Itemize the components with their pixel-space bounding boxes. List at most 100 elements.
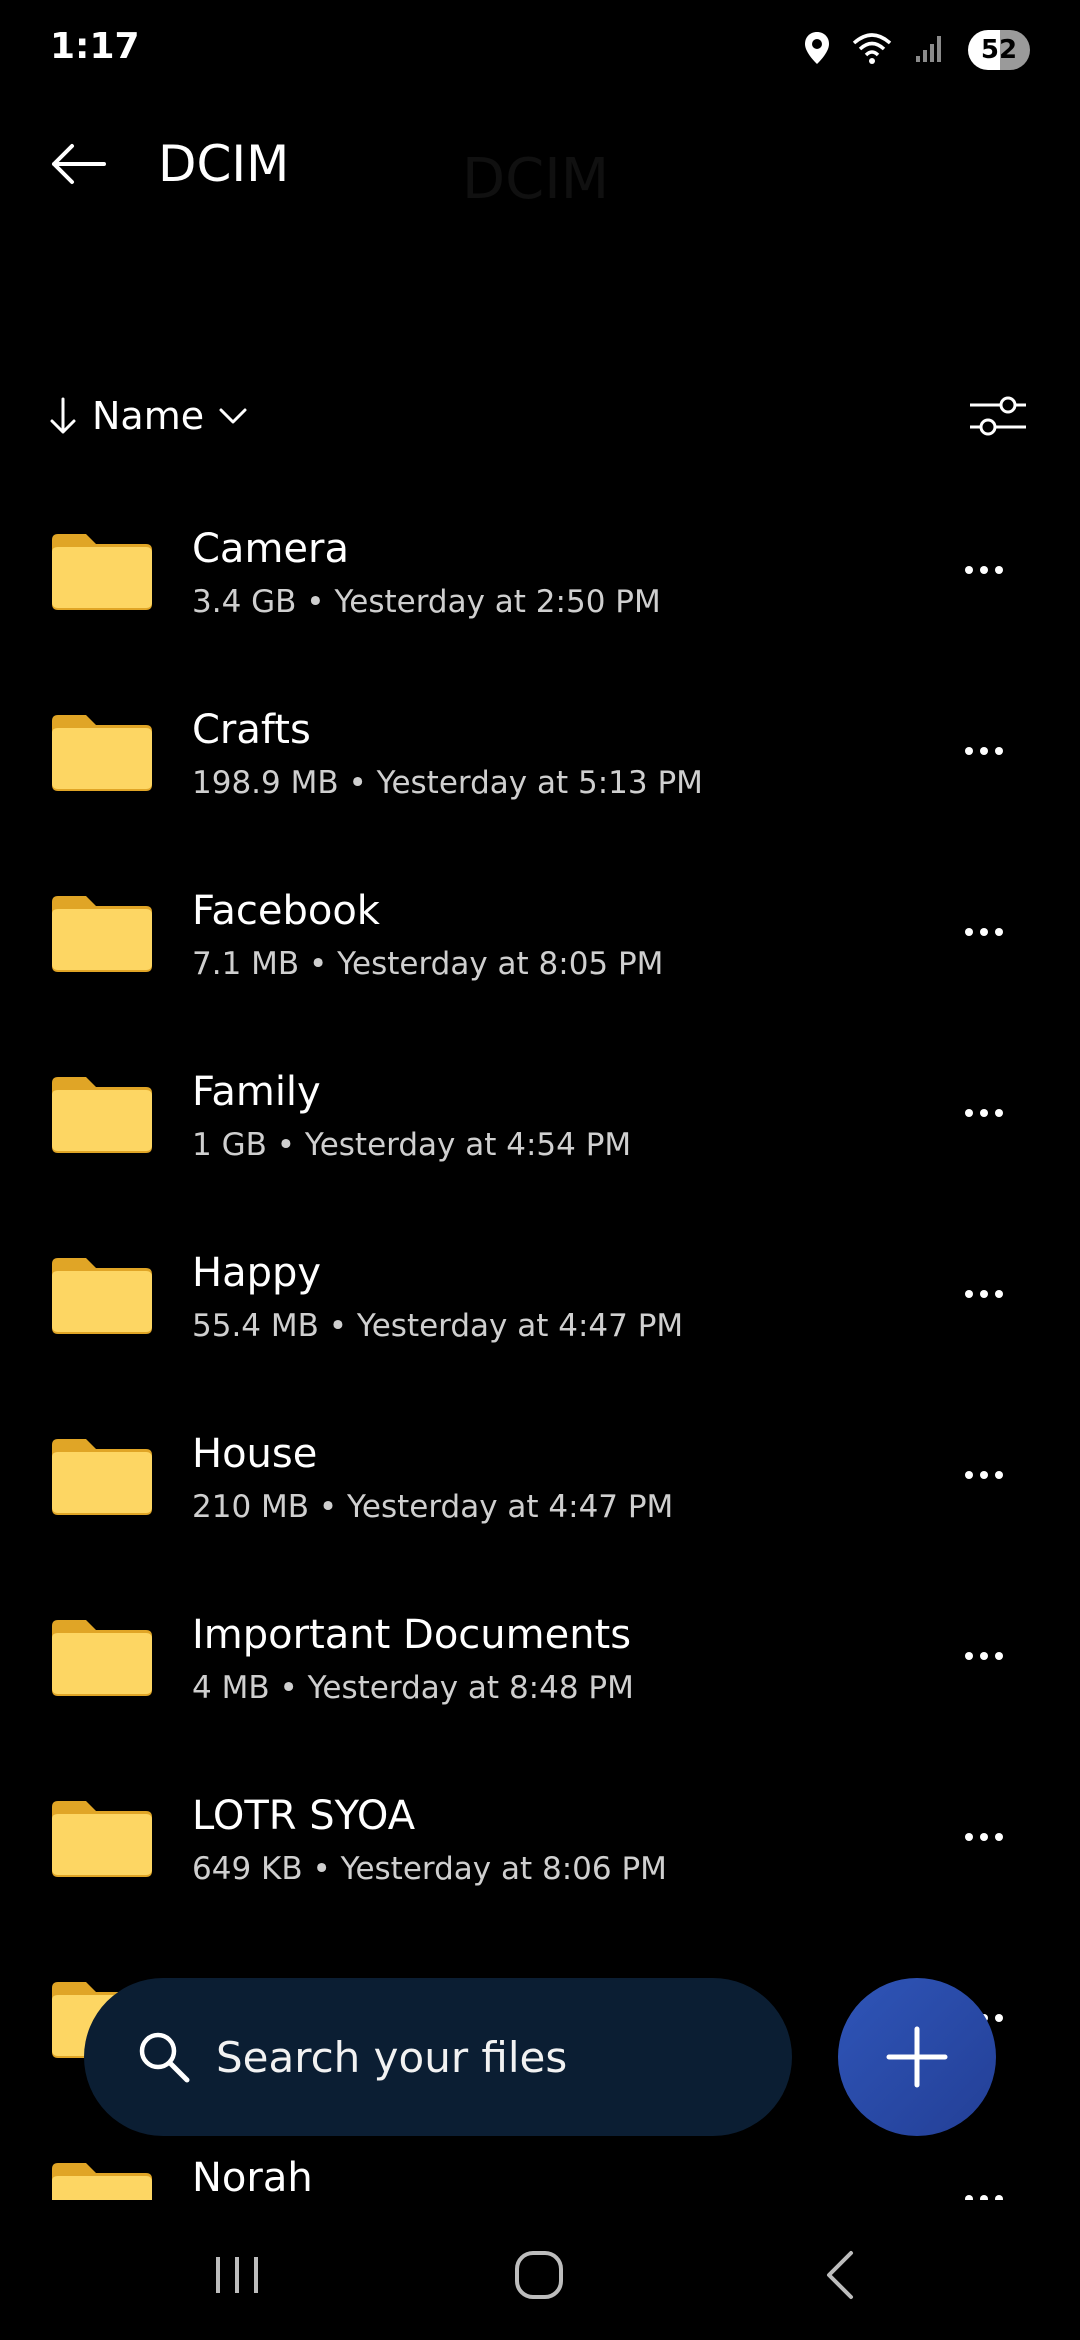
system-nav-bar [0, 2200, 1080, 2340]
folder-size: 4 MB [192, 1670, 270, 1706]
more-dot-icon [980, 1833, 988, 1841]
meta-separator: • [338, 765, 377, 801]
add-button[interactable] [838, 1978, 996, 2136]
folder-size: 210 MB [192, 1489, 310, 1525]
meta-separator: • [299, 946, 338, 982]
folder-icon [52, 896, 152, 972]
folder-icon [52, 1077, 152, 1153]
folder-row[interactable]: Happy 55.4 MB • Yesterday at 4:47 PM [0, 1204, 1080, 1385]
search-placeholder: Search your files [216, 2032, 568, 2082]
chevron-left-icon [827, 2251, 853, 2299]
more-dot-icon [980, 566, 988, 574]
more-dot-icon [965, 1109, 973, 1117]
more-dot-icon [965, 1290, 973, 1298]
folder-modified: Yesterday at 2:50 PM [334, 584, 661, 620]
status-icons: 52 [804, 28, 1030, 72]
more-dot-icon [980, 1471, 988, 1479]
meta-separator: • [266, 1127, 305, 1163]
sort-label: Name [92, 394, 205, 438]
folder-modified: Yesterday at 5:13 PM [376, 765, 703, 801]
more-dot-icon [965, 566, 973, 574]
folder-row[interactable]: Family 1 GB • Yesterday at 4:54 PM [0, 1023, 1080, 1204]
folder-row[interactable]: LOTR SYOA 649 KB • Yesterday at 8:06 PM [0, 1747, 1080, 1928]
folder-name: LOTR SYOA [192, 1793, 416, 1839]
folder-icon [52, 1620, 152, 1696]
more-options-button[interactable] [956, 1455, 1012, 1495]
folder-row[interactable]: Crafts 198.9 MB • Yesterday at 5:13 PM [0, 661, 1080, 842]
more-dot-icon [995, 1109, 1003, 1117]
search-bar[interactable]: Search your files [84, 1978, 792, 2136]
more-dot-icon [965, 1652, 973, 1660]
folder-name: Important Documents [192, 1612, 632, 1658]
more-dot-icon [980, 747, 988, 755]
folder-meta: 3.4 GB • Yesterday at 2:50 PM [192, 584, 661, 620]
meta-separator: • [296, 584, 335, 620]
more-dot-icon [995, 747, 1003, 755]
more-dot-icon [995, 1471, 1003, 1479]
folder-meta: 649 KB • Yesterday at 8:06 PM [192, 1851, 667, 1887]
folder-name: House [192, 1431, 318, 1477]
folder-modified: Yesterday at 4:47 PM [347, 1489, 674, 1525]
filter-button[interactable] [966, 384, 1030, 448]
folder-name: Happy [192, 1250, 322, 1296]
home-button[interactable] [494, 2240, 584, 2310]
folder-modified: Yesterday at 8:48 PM [307, 1670, 634, 1706]
recent-apps-button[interactable] [192, 2240, 282, 2310]
more-dot-icon [980, 928, 988, 936]
folder-name: Camera [192, 526, 349, 572]
folder-row[interactable]: House 210 MB • Yesterday at 4:47 PM [0, 1385, 1080, 1566]
sort-by-button[interactable]: Name [48, 386, 248, 446]
more-options-button[interactable] [956, 1093, 1012, 1133]
wifi-icon [852, 31, 892, 69]
more-options-button[interactable] [956, 912, 1012, 952]
signal-icon [914, 32, 946, 68]
folder-modified: Yesterday at 4:54 PM [304, 1127, 632, 1163]
folder-row[interactable]: Important Documents 4 MB • Yesterday at … [0, 1566, 1080, 1747]
sliders-icon [970, 396, 1026, 436]
folder-row[interactable]: Facebook 7.1 MB • Yesterday at 8:05 PM [0, 842, 1080, 1023]
more-options-button[interactable] [956, 1817, 1012, 1857]
status-time: 1:17 [50, 26, 140, 67]
folder-name: Family [192, 1069, 321, 1115]
meta-separator: • [309, 1489, 348, 1525]
more-dot-icon [995, 1652, 1003, 1660]
folder-row[interactable]: Camera 3.4 GB • Yesterday at 2:50 PM [0, 480, 1080, 661]
folder-meta: 210 MB • Yesterday at 4:47 PM [192, 1489, 673, 1525]
back-button[interactable] [44, 134, 112, 194]
more-dot-icon [995, 1290, 1003, 1298]
folder-modified: Yesterday at 8:06 PM [340, 1851, 667, 1887]
more-options-button[interactable] [956, 731, 1012, 771]
folder-meta: 7.1 MB • Yesterday at 8:05 PM [192, 946, 663, 982]
more-options-button[interactable] [956, 1636, 1012, 1676]
meta-separator: • [302, 1851, 341, 1887]
more-dot-icon [980, 1109, 988, 1117]
more-dot-icon [995, 1833, 1003, 1841]
folder-size: 1 GB [192, 1127, 267, 1163]
more-dot-icon [995, 566, 1003, 574]
home-icon [515, 2251, 563, 2299]
more-dot-icon [965, 1471, 973, 1479]
folder-size: 649 KB [192, 1851, 303, 1887]
folder-size: 55.4 MB [192, 1308, 319, 1344]
more-dot-icon [965, 747, 973, 755]
folder-modified: Yesterday at 4:47 PM [356, 1308, 684, 1344]
back-nav-button[interactable] [796, 2240, 886, 2310]
battery-indicator: 52 [968, 30, 1030, 70]
more-dot-icon [980, 1652, 988, 1660]
more-dot-icon [995, 2014, 1003, 2022]
folder-modified: Yesterday at 8:05 PM [337, 946, 664, 982]
folder-icon [52, 2163, 152, 2200]
arrow-left-icon [52, 144, 106, 184]
status-bar: 1:17 52 [0, 0, 1080, 100]
folder-size: 3.4 GB [192, 584, 297, 620]
folder-icon [52, 534, 152, 610]
folder-name: Norah [192, 2155, 313, 2200]
more-options-button[interactable] [956, 1274, 1012, 1314]
folder-meta: 55.4 MB • Yesterday at 4:47 PM [192, 1308, 683, 1344]
more-dot-icon [980, 1290, 988, 1298]
more-options-button[interactable] [956, 2179, 1012, 2200]
folder-meta: 4 MB • Yesterday at 8:48 PM [192, 1670, 634, 1706]
page-title: DCIM [158, 135, 290, 193]
more-dot-icon [965, 1833, 973, 1841]
more-options-button[interactable] [956, 550, 1012, 590]
